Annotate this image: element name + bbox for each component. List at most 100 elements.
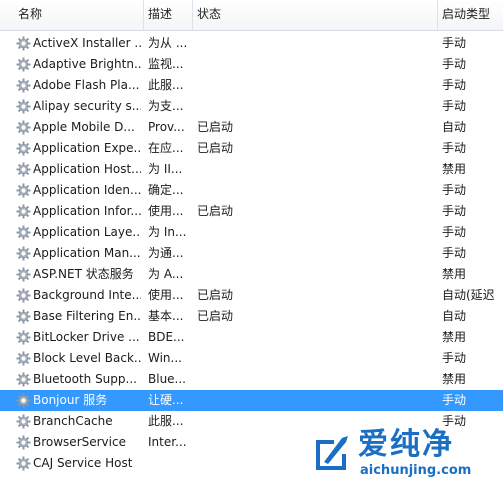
gear-icon xyxy=(16,414,31,429)
service-name: Bonjour 服务 xyxy=(33,393,108,407)
gear-icon xyxy=(16,204,31,219)
service-startup-type: 自动 xyxy=(442,120,467,134)
service-startup-type: 手动 xyxy=(442,141,467,155)
service-row[interactable]: Application Expe... 在应... 已启动 手动 xyxy=(0,138,503,159)
service-status xyxy=(197,75,257,96)
service-name: Application Host... xyxy=(33,162,141,176)
service-row[interactable]: ActiveX Installer ... 为从 ... 手动 xyxy=(0,33,503,54)
service-name: Alipay security s... xyxy=(33,99,141,113)
gear-icon xyxy=(16,435,31,450)
service-startup-type: 手动 xyxy=(442,78,467,92)
service-status xyxy=(197,54,257,75)
service-name: Application Man... xyxy=(33,246,141,260)
service-name: ActiveX Installer ... xyxy=(33,36,141,50)
service-status xyxy=(197,243,257,264)
gear-icon xyxy=(16,225,31,240)
service-status xyxy=(197,432,257,453)
service-row[interactable]: Bluetooth Supp... Blue... 禁用 xyxy=(0,369,503,390)
service-description: 监视... xyxy=(148,57,184,71)
service-startup-type: 手动 xyxy=(442,57,467,71)
service-description: 为从 ... xyxy=(148,36,188,50)
service-row[interactable]: Alipay security s... 为支... 手动 xyxy=(0,96,503,117)
service-description: 使用... xyxy=(148,288,184,302)
service-startup-type: 手动 xyxy=(442,183,467,197)
service-status: 已启动 xyxy=(197,288,234,302)
service-name: Application Expe... xyxy=(33,141,141,155)
service-name: Application Infor... xyxy=(33,204,141,218)
service-row[interactable]: Block Level Back... Win... 手动 xyxy=(0,348,503,369)
aichunjing-logo-icon xyxy=(316,436,348,470)
service-status xyxy=(197,327,257,348)
service-name: Adaptive Brightn... xyxy=(33,57,141,71)
service-description: BDE... xyxy=(148,330,185,344)
service-status xyxy=(197,96,257,117)
gear-icon xyxy=(16,78,31,93)
service-name: ASP.NET 状态服务 xyxy=(33,267,134,281)
service-status xyxy=(197,411,257,432)
service-row[interactable]: Apple Mobile D... Prov... 已启动 自动 xyxy=(0,117,503,138)
service-row[interactable]: Application Iden... 确定... 手动 xyxy=(0,180,503,201)
gear-icon xyxy=(16,372,31,387)
gear-icon xyxy=(16,309,31,324)
service-status xyxy=(197,369,257,390)
service-description: 为 In... xyxy=(148,225,187,239)
gear-icon xyxy=(16,183,31,198)
service-status xyxy=(197,222,257,243)
service-status xyxy=(197,348,257,369)
service-name: Block Level Back... xyxy=(33,351,141,365)
service-status xyxy=(197,453,257,474)
service-status xyxy=(197,159,257,180)
column-header-description[interactable]: 描述 xyxy=(144,0,193,30)
service-name: BrowserService xyxy=(33,435,126,449)
service-status: 已启动 xyxy=(197,309,234,323)
service-name: Apple Mobile D... xyxy=(33,120,135,134)
service-row[interactable]: Bonjour 服务 让硬... 手动 xyxy=(0,390,503,411)
service-row[interactable]: Application Infor... 使用... 已启动 手动 xyxy=(0,201,503,222)
service-startup-type: 手动 xyxy=(442,36,467,50)
gear-icon xyxy=(16,36,31,51)
service-name: BitLocker Drive ... xyxy=(33,330,140,344)
service-description: 为 II... xyxy=(148,162,183,176)
service-status: 已启动 xyxy=(197,141,234,155)
service-description: Prov... xyxy=(148,120,185,134)
column-header-status[interactable]: 状态 xyxy=(193,0,438,30)
service-description: Inter... xyxy=(148,435,187,449)
gear-icon xyxy=(16,351,31,366)
services-list: ActiveX Installer ... 为从 ... 手动 Adaptive B… xyxy=(0,33,503,474)
service-status xyxy=(197,180,257,201)
service-status xyxy=(197,390,257,411)
column-header-startup-type[interactable]: 启动类型 xyxy=(438,0,503,30)
service-description: 为 A... xyxy=(148,267,184,281)
service-row[interactable]: Application Man... 为通... 手动 xyxy=(0,243,503,264)
service-status xyxy=(197,264,257,285)
service-name: CAJ Service Host xyxy=(33,456,133,470)
service-description: 在应... xyxy=(148,141,184,155)
service-row[interactable]: Application Laye... 为 In... 手动 xyxy=(0,222,503,243)
watermark-url: aichunjing.com xyxy=(360,463,472,478)
service-row[interactable]: Background Inte... 使用... 已启动 自动(延迟 xyxy=(0,285,503,306)
service-name: Application Iden... xyxy=(33,183,141,197)
service-name: Background Inte... xyxy=(33,288,141,302)
gear-icon xyxy=(16,57,31,72)
service-name: Adobe Flash Pla... xyxy=(33,78,140,92)
service-startup-type: 自动(延迟 xyxy=(442,288,495,302)
service-row[interactable]: Adaptive Brightn... 监视... 手动 xyxy=(0,54,503,75)
service-row[interactable]: Application Host... 为 II... 禁用 xyxy=(0,159,503,180)
service-row[interactable]: BitLocker Drive ... BDE... 禁用 xyxy=(0,327,503,348)
service-name: Base Filtering En... xyxy=(33,309,141,323)
service-startup-type: 手动 xyxy=(442,99,467,113)
service-startup-type: 手动 xyxy=(442,204,467,218)
service-description: 此服... xyxy=(148,78,184,92)
service-startup-type: 手动 xyxy=(442,351,467,365)
service-startup-type: 手动 xyxy=(442,393,467,407)
service-description: Win... xyxy=(148,351,182,365)
service-row[interactable]: Base Filtering En... 基本... 已启动 自动 xyxy=(0,306,503,327)
gear-icon xyxy=(16,99,31,114)
service-row[interactable]: Adobe Flash Pla... 此服... 手动 xyxy=(0,75,503,96)
gear-icon xyxy=(16,162,31,177)
service-description: 确定... xyxy=(148,183,184,197)
column-header-bar: 名称 描述 状态 启动类型 xyxy=(0,0,503,31)
service-row[interactable]: ASP.NET 状态服务为 A... 禁用 xyxy=(0,264,503,285)
gear-icon xyxy=(16,267,31,282)
column-header-name[interactable]: 名称 xyxy=(14,0,144,30)
